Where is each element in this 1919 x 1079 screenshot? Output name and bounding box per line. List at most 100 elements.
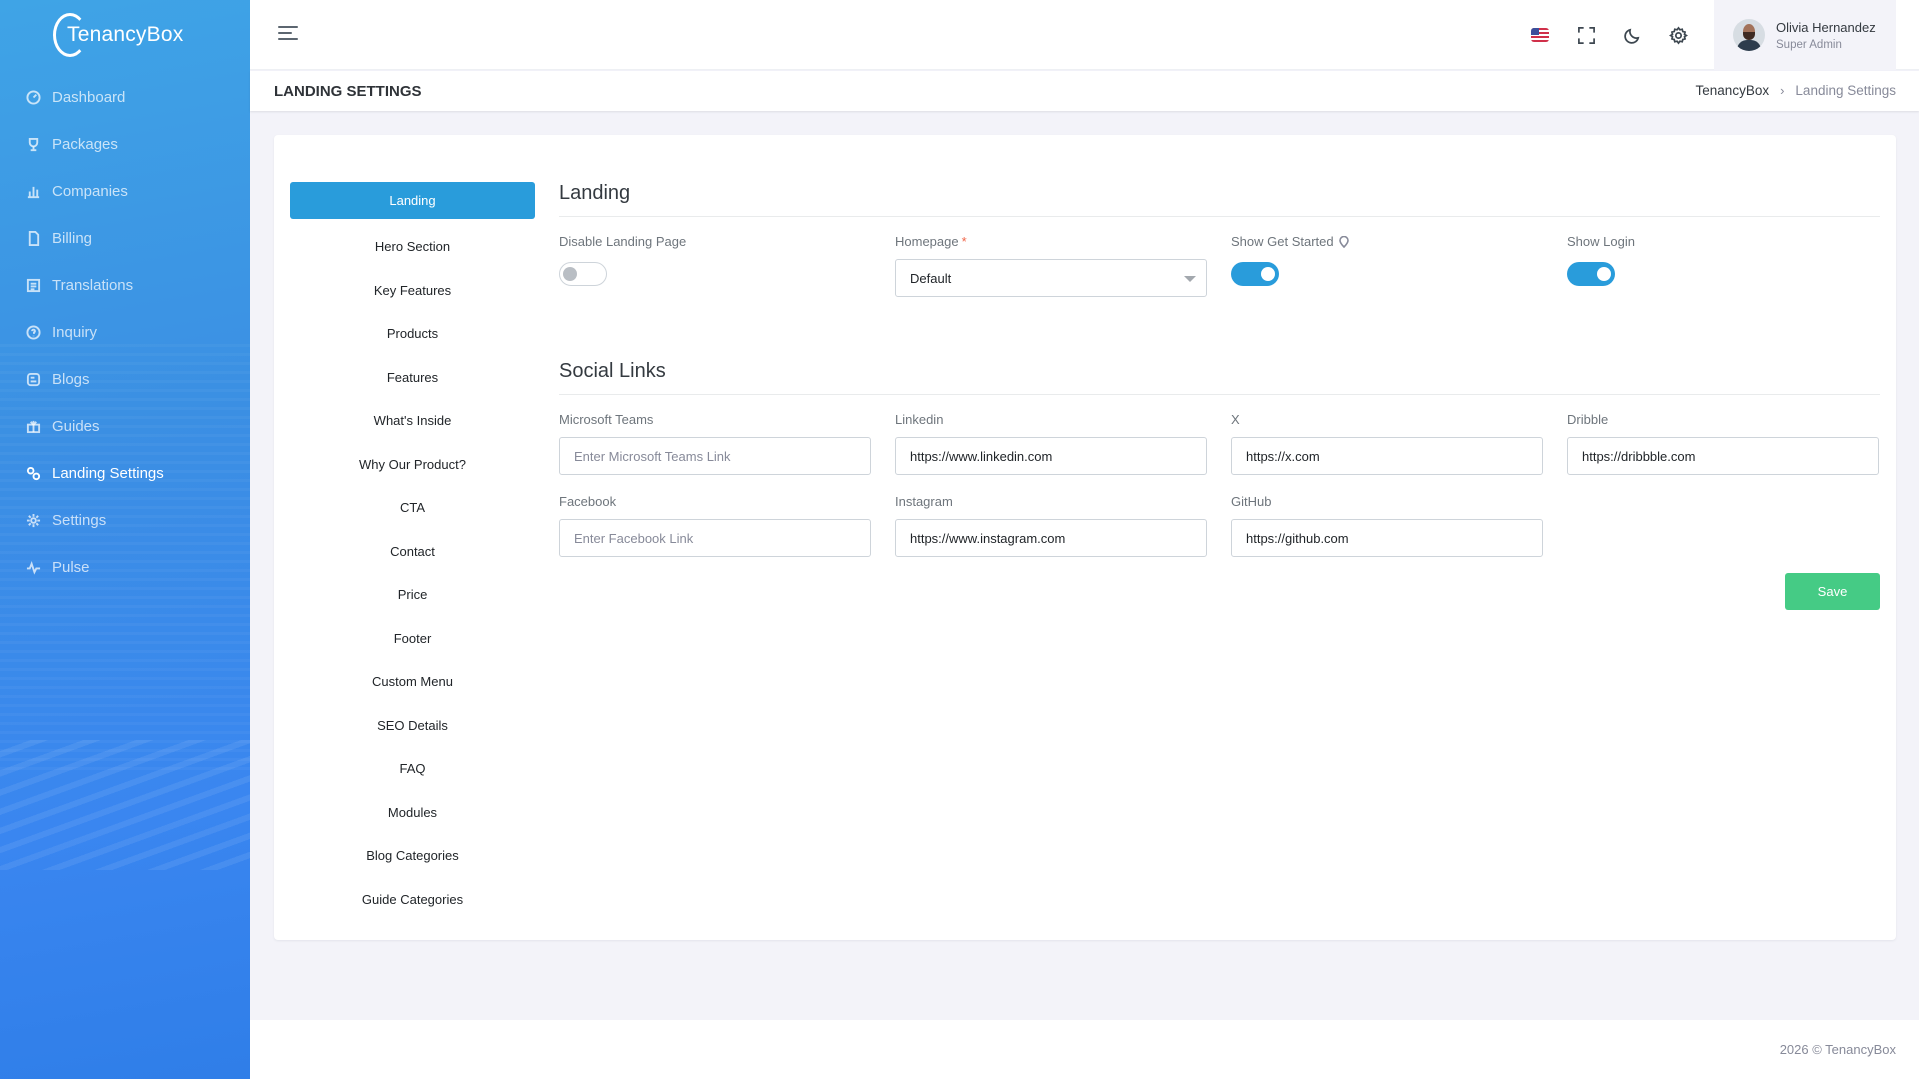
tab-footer[interactable]: Footer xyxy=(290,617,535,661)
sidebar-item-pulse[interactable]: Pulse xyxy=(0,544,250,591)
tab-key-features[interactable]: Key Features xyxy=(290,269,535,313)
sidebar-item-settings[interactable]: Settings xyxy=(0,497,250,544)
tab-modules[interactable]: Modules xyxy=(290,791,535,835)
sidebar-item-label: Packages xyxy=(52,136,118,153)
settings-gear-icon[interactable] xyxy=(1667,24,1689,46)
facebook-label: Facebook xyxy=(559,494,617,509)
social-links-section-title: Social Links xyxy=(559,360,1880,395)
sidebar-item-translations[interactable]: Translations xyxy=(0,262,250,309)
sidebar-item-label: Settings xyxy=(52,512,107,529)
sidebar-item-label: Translations xyxy=(52,277,134,294)
sidebar-item-landing-settings[interactable]: Landing Settings xyxy=(0,450,250,497)
dashboard-icon xyxy=(25,90,41,106)
disable-landing-label: Disable Landing Page xyxy=(559,234,687,249)
linkedin-input[interactable]: https://www.linkedin.com xyxy=(895,437,1207,475)
show-login-label: Show Login xyxy=(1567,234,1635,249)
page-title: LANDING SETTINGS xyxy=(274,83,422,100)
sidebar-item-guides[interactable]: Guides xyxy=(0,403,250,450)
user-profile-dropdown[interactable]: Olivia Hernandez Super Admin xyxy=(1714,0,1896,70)
language-flag-icon[interactable] xyxy=(1529,24,1551,46)
x-label: X xyxy=(1231,412,1240,427)
question-icon xyxy=(25,325,41,341)
instagram-input[interactable]: https://www.instagram.com xyxy=(895,519,1207,557)
show-login-field: Show Login xyxy=(1567,234,1879,297)
tab-why-our-product[interactable]: Why Our Product? xyxy=(290,443,535,487)
us-flag-icon xyxy=(1531,28,1549,42)
sidebar-item-blogs[interactable]: Blogs xyxy=(0,356,250,403)
tab-custom-menu[interactable]: Custom Menu xyxy=(290,660,535,704)
tab-faq[interactable]: FAQ xyxy=(290,747,535,791)
tab-blog-categories[interactable]: Blog Categories xyxy=(290,834,535,878)
footer: 2026 © TenancyBox xyxy=(250,1020,1919,1079)
homepage-select[interactable]: Default xyxy=(895,259,1207,297)
sidebar-item-label: Dashboard xyxy=(52,89,126,106)
topbar: Olivia Hernandez Super Admin xyxy=(250,0,1919,70)
disable-landing-field: Disable Landing Page xyxy=(559,234,871,297)
guide-icon xyxy=(25,419,41,435)
required-marker: * xyxy=(961,234,967,249)
breadcrumb-home-link[interactable]: TenancyBox xyxy=(1696,83,1770,98)
landing-section-title: Landing xyxy=(559,182,1880,217)
pulse-icon xyxy=(25,560,41,576)
facebook-field: Facebook Enter Facebook Link xyxy=(559,494,871,557)
user-name: Olivia Hernandez xyxy=(1776,19,1876,35)
github-input[interactable]: https://github.com xyxy=(1231,519,1543,557)
sidebar-item-packages[interactable]: Packages xyxy=(0,121,250,168)
fullscreen-icon[interactable] xyxy=(1575,24,1597,46)
tab-whats-inside[interactable]: What's Inside xyxy=(290,399,535,443)
sidebar-item-inquiry[interactable]: Inquiry xyxy=(0,309,250,356)
settings-cog-icon xyxy=(25,466,41,482)
sidebar-item-label: Blogs xyxy=(52,371,90,388)
show-get-started-field: Show Get Started xyxy=(1231,234,1543,297)
tab-hero-section[interactable]: Hero Section xyxy=(290,225,535,269)
sidebar-item-label: Inquiry xyxy=(52,324,98,341)
instagram-label: Instagram xyxy=(895,494,953,509)
facebook-input[interactable]: Enter Facebook Link xyxy=(559,519,871,557)
linkedin-field: Linkedin https://www.linkedin.com xyxy=(895,412,1207,475)
info-pin-icon xyxy=(1338,235,1349,248)
linkedin-label: Linkedin xyxy=(895,412,944,427)
x-input[interactable]: https://x.com xyxy=(1231,437,1543,475)
translate-icon xyxy=(25,278,41,294)
tab-contact[interactable]: Contact xyxy=(290,530,535,574)
breadcrumb-current: Landing Settings xyxy=(1795,83,1896,98)
tab-products[interactable]: Products xyxy=(290,312,535,356)
dribble-label: Dribble xyxy=(1567,412,1609,427)
show-get-started-toggle[interactable] xyxy=(1231,262,1279,286)
microsoft-teams-label: Microsoft Teams xyxy=(559,412,654,427)
sidebar-item-label: Pulse xyxy=(52,559,90,576)
dark-mode-moon-icon[interactable] xyxy=(1621,24,1643,46)
chevron-down-icon xyxy=(1184,276,1196,282)
x-field: X https://x.com xyxy=(1231,412,1543,475)
sidebar-nav: Dashboard Packages Companies Billing Tra… xyxy=(0,74,250,591)
tab-features[interactable]: Features xyxy=(290,356,535,400)
microsoft-teams-input[interactable]: Enter Microsoft Teams Link xyxy=(559,437,871,475)
tab-content: Landing Disable Landing Page Homepage * D… xyxy=(559,182,1880,633)
sidebar-item-companies[interactable]: Companies xyxy=(0,168,250,215)
bar-chart-icon xyxy=(25,184,41,200)
gear-icon xyxy=(25,513,41,529)
tab-guide-categories[interactable]: Guide Categories xyxy=(290,878,535,922)
disable-landing-toggle[interactable] xyxy=(559,262,607,286)
tab-price[interactable]: Price xyxy=(290,573,535,617)
homepage-label: Homepage * xyxy=(895,234,967,249)
breadcrumb: TenancyBox › Landing Settings xyxy=(1696,83,1896,98)
show-login-toggle[interactable] xyxy=(1567,262,1615,286)
sidebar-item-dashboard[interactable]: Dashboard xyxy=(0,74,250,121)
brand-logo[interactable]: TenancyBox xyxy=(53,12,183,58)
trophy-icon xyxy=(25,137,41,153)
sidebar-item-label: Landing Settings xyxy=(52,465,164,482)
dribble-field: Dribble https://dribbble.com xyxy=(1567,412,1879,475)
tab-seo-details[interactable]: SEO Details xyxy=(290,704,535,748)
show-get-started-label: Show Get Started xyxy=(1231,234,1543,249)
tab-landing[interactable]: Landing xyxy=(290,182,535,219)
sidebar: TenancyBox Dashboard Packages Companies … xyxy=(0,0,250,1079)
sidebar-item-billing[interactable]: Billing xyxy=(0,215,250,262)
blog-icon xyxy=(25,372,41,388)
save-button[interactable]: Save xyxy=(1785,573,1880,610)
dribble-input[interactable]: https://dribbble.com xyxy=(1567,437,1879,475)
homepage-field: Homepage * Default xyxy=(895,234,1207,297)
menu-toggle-icon[interactable] xyxy=(278,26,298,42)
tab-cta[interactable]: CTA xyxy=(290,486,535,530)
settings-card: Landing Hero Section Key Features Produc… xyxy=(274,135,1896,940)
